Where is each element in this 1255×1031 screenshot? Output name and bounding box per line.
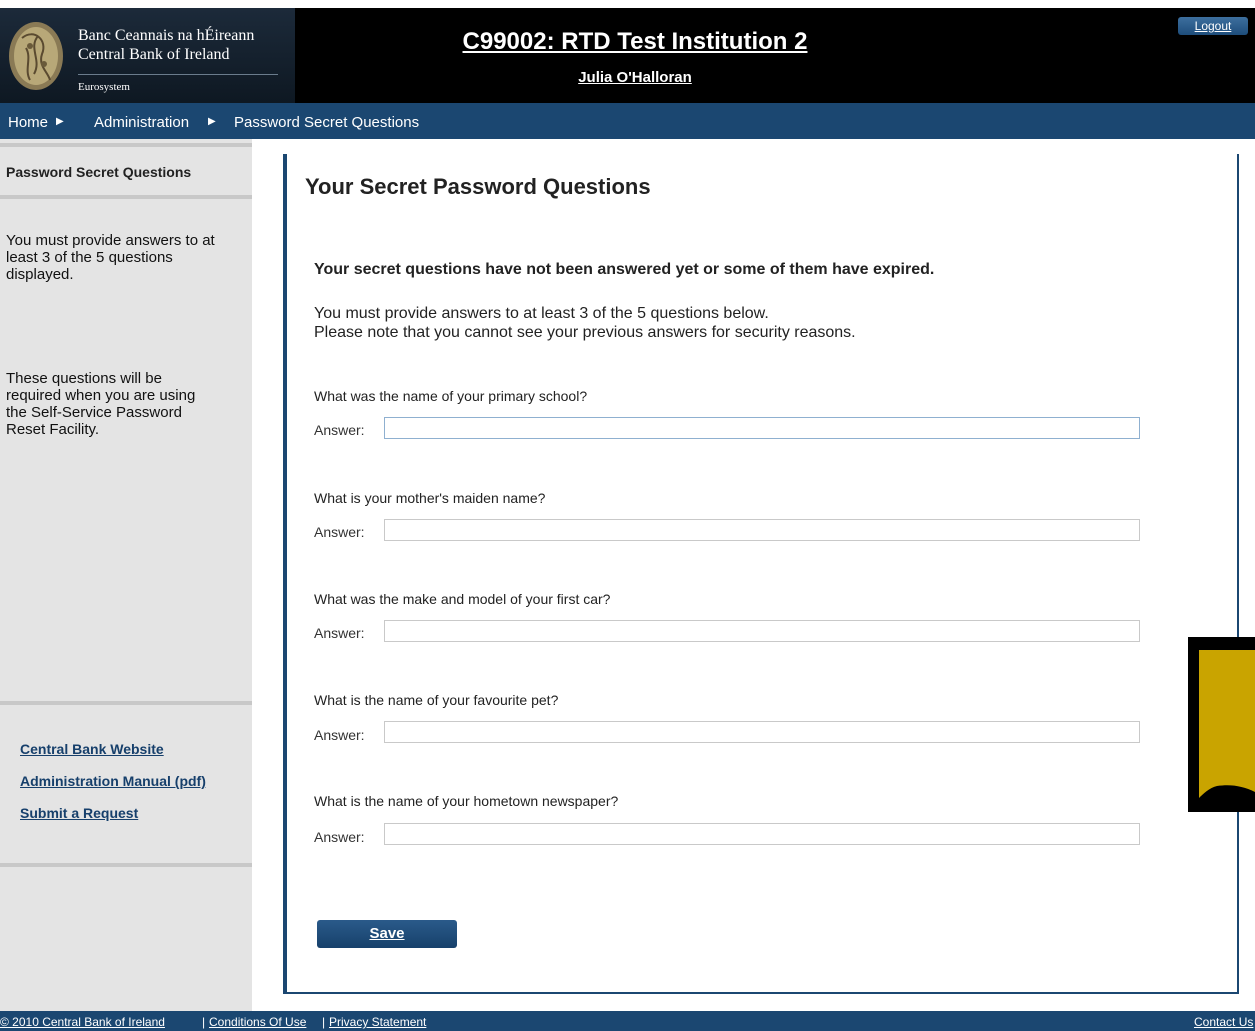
info-text: You must provide answers to at least 3 o…	[314, 305, 769, 322]
logo-divider	[78, 74, 278, 75]
question-1-label: What was the name of your primary school…	[314, 388, 588, 404]
eurosystem-label: Eurosystem	[78, 81, 130, 93]
warning-message: Your secret questions have not been answ…	[314, 261, 935, 278]
harp-seal-icon	[9, 22, 63, 90]
question-2-label: What is your mother's maiden name?	[314, 490, 546, 506]
footer-separator: |	[322, 1015, 326, 1029]
breadcrumb-current: Password Secret Questions	[234, 114, 420, 131]
sticky-note	[1199, 650, 1255, 798]
conditions-of-use-link[interactable]: Conditions Of Use	[209, 1015, 306, 1029]
question-4-label: What is the name of your favourite pet?	[314, 692, 559, 708]
save-button[interactable]: Save	[317, 920, 457, 948]
sidebar: Password Secret Questions You must provi…	[0, 139, 252, 1011]
answer-2-input[interactable]	[384, 519, 1140, 541]
bank-logo[interactable]: Banc Ceannais na hÉireann Central Bank o…	[0, 8, 295, 103]
page-title: Your Secret Password Questions	[305, 174, 651, 199]
privacy-statement-link[interactable]: Privacy Statement	[329, 1015, 426, 1029]
user-name-link[interactable]: Julia O'Halloran	[300, 69, 970, 86]
breadcrumb-home[interactable]: Home	[8, 114, 48, 131]
question-5-label: What is the name of your hometown newspa…	[314, 793, 619, 809]
sidebar-divider	[0, 143, 252, 147]
bank-name-irish: Banc Ceannais na hÉireann	[78, 27, 255, 44]
answer-label: Answer:	[314, 422, 365, 438]
breadcrumb: Home ▶ Administration ▶ Password Secret …	[0, 103, 1255, 139]
footer: © 2010 Central Bank of Ireland | Conditi…	[0, 1011, 1255, 1031]
copyright-link[interactable]: © 2010 Central Bank of Ireland	[0, 1015, 165, 1029]
central-bank-website-link[interactable]: Central Bank Website	[20, 741, 164, 757]
question-3-label: What was the make and model of your firs…	[314, 591, 611, 607]
top-header: Banc Ceannais na hÉireann Central Bank o…	[0, 8, 1255, 103]
answer-label: Answer:	[314, 727, 365, 743]
main-panel: Your Secret Password Questions Your secr…	[283, 154, 1239, 994]
answer-label: Answer:	[314, 829, 365, 845]
logout-button[interactable]: Logout	[1178, 17, 1248, 35]
sidebar-divider	[0, 195, 252, 199]
sidebar-heading: Password Secret Questions	[6, 164, 192, 180]
sidebar-divider	[0, 701, 252, 705]
admin-manual-link[interactable]: Administration Manual (pdf)	[20, 773, 206, 789]
submit-request-link[interactable]: Submit a Request	[20, 805, 138, 821]
answer-label: Answer:	[314, 524, 365, 540]
footer-separator: |	[202, 1015, 206, 1029]
answer-5-input[interactable]	[384, 823, 1140, 845]
chevron-right-icon: ▶	[208, 116, 216, 127]
institution-title[interactable]: C99002: RTD Test Institution 2	[300, 28, 970, 56]
info-text: Please note that you cannot see your pre…	[314, 324, 856, 341]
sidebar-help-text: You must provide answers to at least 3 o…	[6, 232, 215, 283]
answer-4-input[interactable]	[384, 721, 1140, 743]
answer-label: Answer:	[314, 625, 365, 641]
bank-name: Banc Ceannais na hÉireann Central Bank o…	[78, 26, 254, 64]
sidebar-usage-text: These questions will be required when yo…	[6, 370, 196, 438]
answer-1-input[interactable]	[384, 417, 1140, 439]
sidebar-divider	[0, 863, 252, 867]
answer-3-input[interactable]	[384, 620, 1140, 642]
breadcrumb-administration[interactable]: Administration	[94, 114, 189, 131]
contact-us-link[interactable]: Contact Us	[1194, 1015, 1253, 1029]
chevron-right-icon: ▶	[56, 116, 64, 127]
bank-name-english: Central Bank of Ireland	[78, 46, 230, 63]
